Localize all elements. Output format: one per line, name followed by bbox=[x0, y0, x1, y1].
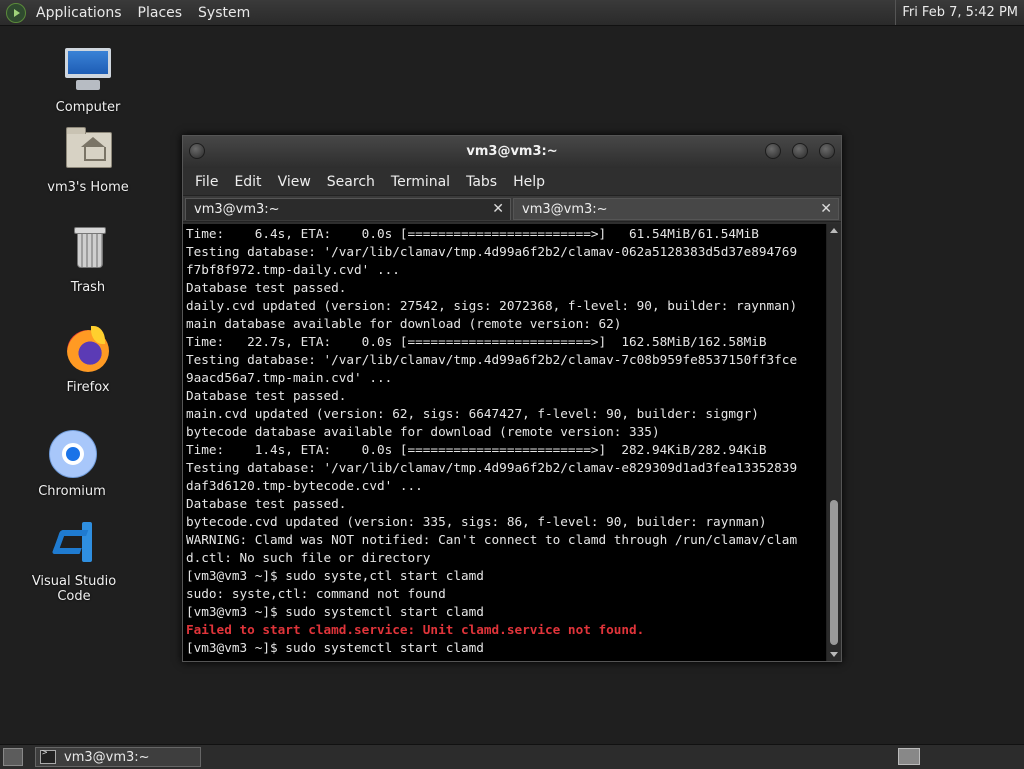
menu-help[interactable]: Help bbox=[505, 174, 553, 190]
minimize-button[interactable] bbox=[765, 143, 781, 159]
terminal-line: [vm3@vm3 ~]$ sudo systemctl start clamd bbox=[186, 604, 484, 619]
terminal-line: Testing database: '/var/lib/clamav/tmp.4… bbox=[186, 352, 798, 367]
desktop-icon-home[interactable]: vm3's Home bbox=[28, 124, 148, 195]
vscode-icon bbox=[48, 518, 100, 570]
desktop-icon-label: Trash bbox=[70, 280, 106, 295]
scroll-up-icon[interactable] bbox=[830, 228, 838, 233]
window-titlebar[interactable]: vm3@vm3:~ bbox=[183, 136, 841, 168]
menu-edit[interactable]: Edit bbox=[226, 174, 269, 190]
terminal-error-line: Failed to start clamd.service: Unit clam… bbox=[186, 622, 645, 637]
scrollbar-thumb[interactable] bbox=[830, 500, 838, 645]
terminal-line: Testing database: '/var/lib/clamav/tmp.4… bbox=[186, 244, 798, 259]
terminal-line: Time: 6.4s, ETA: 0.0s [=================… bbox=[186, 226, 759, 241]
terminal-line: main database available for download (re… bbox=[186, 316, 622, 331]
menu-applications[interactable]: Applications bbox=[28, 5, 130, 21]
terminal-line: Time: 22.7s, ETA: 0.0s [================… bbox=[186, 334, 767, 349]
desktop-icon-label: Computer bbox=[55, 100, 121, 115]
terminal-line: main.cvd updated (version: 62, sigs: 664… bbox=[186, 406, 759, 421]
terminal-line: bytecode.cvd updated (version: 335, sigs… bbox=[186, 514, 767, 529]
trash-icon bbox=[62, 224, 114, 276]
terminal-line: sudo: syste,ctl: command not found bbox=[186, 586, 446, 601]
desktop-icon-label: Chromium bbox=[38, 484, 106, 499]
computer-icon bbox=[62, 44, 114, 96]
terminal-line: daily.cvd updated (version: 27542, sigs:… bbox=[186, 298, 798, 313]
terminal-output[interactable]: Time: 6.4s, ETA: 0.0s [=================… bbox=[183, 224, 827, 661]
close-icon[interactable]: ✕ bbox=[820, 201, 832, 217]
workspace-switcher[interactable] bbox=[898, 748, 920, 765]
menu-search[interactable]: Search bbox=[319, 174, 383, 190]
taskbar-item-label: vm3@vm3:~ bbox=[64, 749, 150, 765]
top-panel: Applications Places System Fri Feb 7, 5:… bbox=[0, 0, 1024, 26]
terminal-scrollbar[interactable] bbox=[826, 224, 841, 661]
firefox-icon bbox=[62, 324, 114, 376]
desktop-icon-label: Firefox bbox=[66, 380, 110, 395]
window-title: vm3@vm3:~ bbox=[466, 144, 558, 159]
chromium-icon bbox=[46, 428, 98, 480]
desktop-icon-label: Visual Studio Code bbox=[31, 574, 117, 604]
tab-label: vm3@vm3:~ bbox=[522, 201, 608, 217]
terminal-line: 9aacd56a7.tmp-main.cvd' ... bbox=[186, 370, 393, 385]
show-desktop-icon[interactable] bbox=[3, 748, 23, 766]
scroll-down-icon[interactable] bbox=[830, 652, 838, 657]
terminal-icon bbox=[40, 748, 56, 764]
taskbar-item-terminal[interactable]: vm3@vm3:~ bbox=[35, 747, 201, 767]
tab-1[interactable]: vm3@vm3:~ ✕ bbox=[185, 198, 511, 220]
menu-places[interactable]: Places bbox=[130, 5, 191, 21]
desktop-icon-firefox[interactable]: Firefox bbox=[28, 324, 148, 395]
terminal-line: f7bf8f972.tmp-daily.cvd' ... bbox=[186, 262, 400, 277]
desktop-icon-chromium[interactable]: Chromium bbox=[12, 428, 132, 499]
terminal-line: daf3d6120.tmp-bytecode.cvd' ... bbox=[186, 478, 423, 493]
tab-2[interactable]: vm3@vm3:~ ✕ bbox=[513, 198, 839, 220]
desktop-icon-label: vm3's Home bbox=[47, 180, 129, 195]
terminal-line: WARNING: Clamd was NOT notified: Can't c… bbox=[186, 532, 798, 547]
window-menubar: File Edit View Search Terminal Tabs Help bbox=[183, 168, 841, 195]
terminal-line: Database test passed. bbox=[186, 280, 347, 295]
terminal-line: Database test passed. bbox=[186, 496, 347, 511]
clock[interactable]: Fri Feb 7, 5:42 PM bbox=[895, 0, 1024, 25]
distro-logo-icon[interactable] bbox=[6, 2, 26, 23]
terminal-line: [vm3@vm3 ~]$ sudo syste,ctl start clamd bbox=[186, 568, 484, 583]
desktop-icon-computer[interactable]: Computer bbox=[28, 44, 148, 115]
terminal-line: Database test passed. bbox=[186, 388, 347, 403]
close-window-button[interactable] bbox=[819, 143, 835, 159]
terminal-window: vm3@vm3:~ File Edit View Search Terminal… bbox=[182, 135, 842, 662]
menu-tabs[interactable]: Tabs bbox=[458, 174, 505, 190]
menu-view[interactable]: View bbox=[270, 174, 319, 190]
maximize-button[interactable] bbox=[792, 143, 808, 159]
tab-label: vm3@vm3:~ bbox=[194, 202, 280, 217]
terminal-line: Testing database: '/var/lib/clamav/tmp.4… bbox=[186, 460, 798, 475]
bottom-panel: vm3@vm3:~ bbox=[0, 744, 1024, 769]
terminal-line: d.ctl: No such file or directory bbox=[186, 550, 431, 565]
menu-terminal[interactable]: Terminal bbox=[383, 174, 458, 190]
desktop-icon-vscode[interactable]: Visual Studio Code bbox=[14, 518, 134, 604]
menu-system[interactable]: System bbox=[190, 5, 258, 21]
tab-bar: vm3@vm3:~ ✕ vm3@vm3:~ ✕ bbox=[183, 195, 841, 222]
close-icon[interactable]: ✕ bbox=[492, 201, 504, 217]
terminal-line: [vm3@vm3 ~]$ sudo systemctl start clamd bbox=[186, 640, 484, 655]
terminal-line: Time: 1.4s, ETA: 0.0s [=================… bbox=[186, 442, 767, 457]
terminal-line: bytecode database available for download… bbox=[186, 424, 660, 439]
home-folder-icon bbox=[62, 124, 114, 176]
menu-file[interactable]: File bbox=[187, 174, 226, 190]
top-menu: Applications Places System bbox=[6, 2, 258, 23]
desktop-icon-trash[interactable]: Trash bbox=[28, 224, 148, 295]
